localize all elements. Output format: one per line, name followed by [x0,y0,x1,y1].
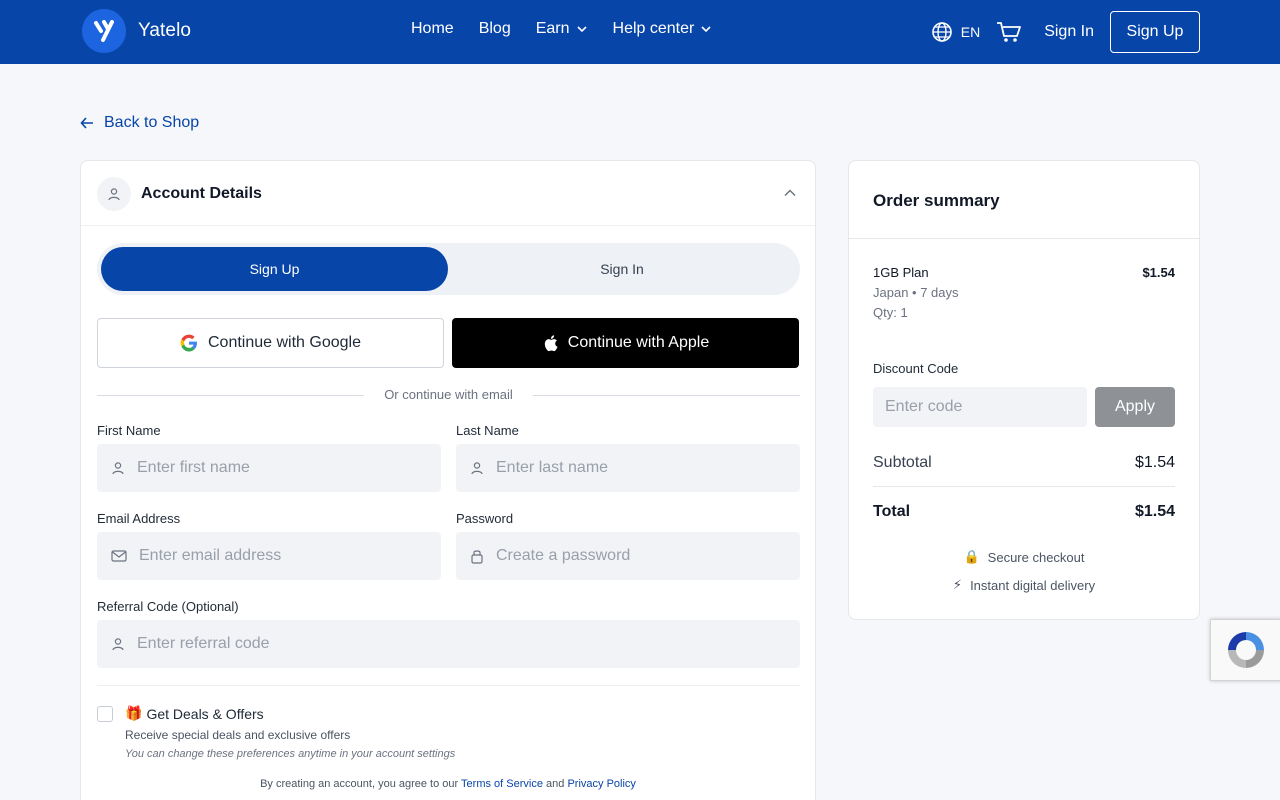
deals-checkbox[interactable] [97,706,113,722]
brand-name: Yatelo [138,20,192,41]
discount-code-input[interactable]: Enter code [873,387,1087,427]
header-sign-up-button[interactable]: Sign Up [1110,11,1200,53]
order-summary-title: Order summary [873,191,1000,210]
email-placeholder: Enter email address [139,547,282,564]
language-selector[interactable]: EN [931,21,980,43]
last-name-placeholder: Enter last name [496,459,609,476]
deals-note: You can change these preferences anytime… [125,748,456,760]
account-details-header[interactable]: Account Details [81,161,815,226]
or-divider: Or continue with email [97,386,800,404]
arrow-left-icon [80,117,93,129]
subtotal-value: $1.54 [1134,454,1175,471]
total-value: $1.54 [1134,503,1175,520]
continue-with-google-button[interactable]: Continue with Google [97,318,444,368]
discount-code-placeholder: Enter code [885,398,963,415]
chevron-up-icon[interactable] [783,186,797,200]
instant-delivery-text: Instant digital delivery [970,577,1096,593]
total-divider [873,486,1175,487]
lock-icon: 🔒 [963,549,980,564]
password-input[interactable]: Create a password [456,532,800,580]
first-name-placeholder: Enter first name [137,459,250,476]
top-navbar: Yatelo Home Blog Earn Help center EN Sig… [0,0,1280,64]
user-icon [112,638,124,651]
subtotal-label: Subtotal [873,454,932,471]
total-label: Total [873,503,911,520]
account-details-title: Account Details [141,185,262,202]
order-summary-card: Order summary 1GB Plan $1.54 Japan • 7 d… [848,160,1200,620]
google-icon [180,334,197,352]
privacy-policy-link[interactable]: Privacy Policy [567,778,635,790]
item-quantity: Qty: 1 [873,305,908,320]
header-actions: EN Sign In Sign Up [931,11,1200,53]
language-label: EN [960,24,981,40]
nav-blog[interactable]: Blog [479,20,511,38]
recaptcha-badge[interactable] [1210,619,1280,681]
terms-of-service-link[interactable]: Terms of Service [461,778,543,790]
globe-icon [931,22,952,42]
discount-code-label: Discount Code [873,361,959,376]
header-sign-in-link[interactable]: Sign In [1044,23,1094,41]
email-label: Email Address [97,511,181,526]
user-icon [471,462,483,475]
chevron-down-icon [701,26,711,33]
instant-delivery-note: ⚡ Instant digital delivery [849,577,1199,593]
terms-and: and [546,778,565,790]
item-meta: Japan • 7 days [873,285,959,300]
lock-icon [471,550,483,564]
deals-title: 🎁 Get Deals & Offers [125,705,264,722]
logo-icon [82,9,126,53]
item-price: $1.54 [1142,265,1175,280]
recaptcha-icon [1228,632,1264,668]
nav-earn[interactable]: Earn [536,20,588,38]
nav-earn-label: Earn [535,20,570,37]
nav-help-center[interactable]: Help center [613,20,713,38]
secure-checkout-note: 🔒 Secure checkout [849,549,1199,565]
form-divider [97,685,800,686]
account-details-card: Account Details Sign Up Sign In Continue… [80,160,816,800]
apple-icon [544,335,558,352]
google-button-label: Continue with Google [208,334,361,351]
password-label: Password [456,511,514,526]
nav-help-label: Help center [612,20,695,37]
nav-home-label: Home [411,20,454,37]
divider-text: Or continue with email [384,387,513,402]
back-to-shop-link[interactable]: Back to Shop [80,114,199,132]
gift-icon: 🎁 [125,705,143,721]
apple-button-label: Continue with Apple [567,334,710,351]
secure-checkout-text: Secure checkout [987,549,1085,565]
cart-button[interactable] [996,20,1022,44]
password-placeholder: Create a password [496,547,631,564]
brand-logo[interactable]: Yatelo [82,9,191,53]
first-name-label: First Name [97,423,161,438]
apply-discount-button[interactable]: Apply [1095,387,1175,427]
back-link-label: Back to Shop [104,114,200,131]
referral-code-input[interactable]: Enter referral code [97,620,800,668]
cart-icon [997,22,1022,42]
terms-notice: By creating an account, you agree to our… [81,778,815,790]
deals-title-text: Get Deals & Offers [146,705,264,722]
last-name-input[interactable]: Enter last name [456,444,800,492]
last-name-label: Last Name [456,423,519,438]
lightning-icon: ⚡ [952,577,963,592]
chevron-down-icon [576,26,587,33]
mail-icon [111,550,127,562]
continue-with-apple-button[interactable]: Continue with Apple [452,318,799,368]
tab-sign-in[interactable]: Sign In [448,247,796,291]
nav-blog-label: Blog [478,20,511,37]
deals-subtitle: Receive special deals and exclusive offe… [125,728,351,742]
first-name-input[interactable]: Enter first name [97,444,441,492]
user-icon [97,177,131,211]
main-nav: Home Blog Earn Help center [411,20,712,38]
user-icon [112,462,124,475]
auth-mode-toggle: Sign Up Sign In [97,243,800,295]
nav-home[interactable]: Home [411,20,454,38]
email-input[interactable]: Enter email address [97,532,441,580]
order-summary-divider [849,238,1199,239]
referral-placeholder: Enter referral code [137,635,270,652]
referral-label: Referral Code (Optional) [97,599,239,614]
terms-prefix: By creating an account, you agree to our [260,778,459,790]
tab-sign-up[interactable]: Sign Up [101,247,448,291]
item-name: 1GB Plan [873,265,929,280]
